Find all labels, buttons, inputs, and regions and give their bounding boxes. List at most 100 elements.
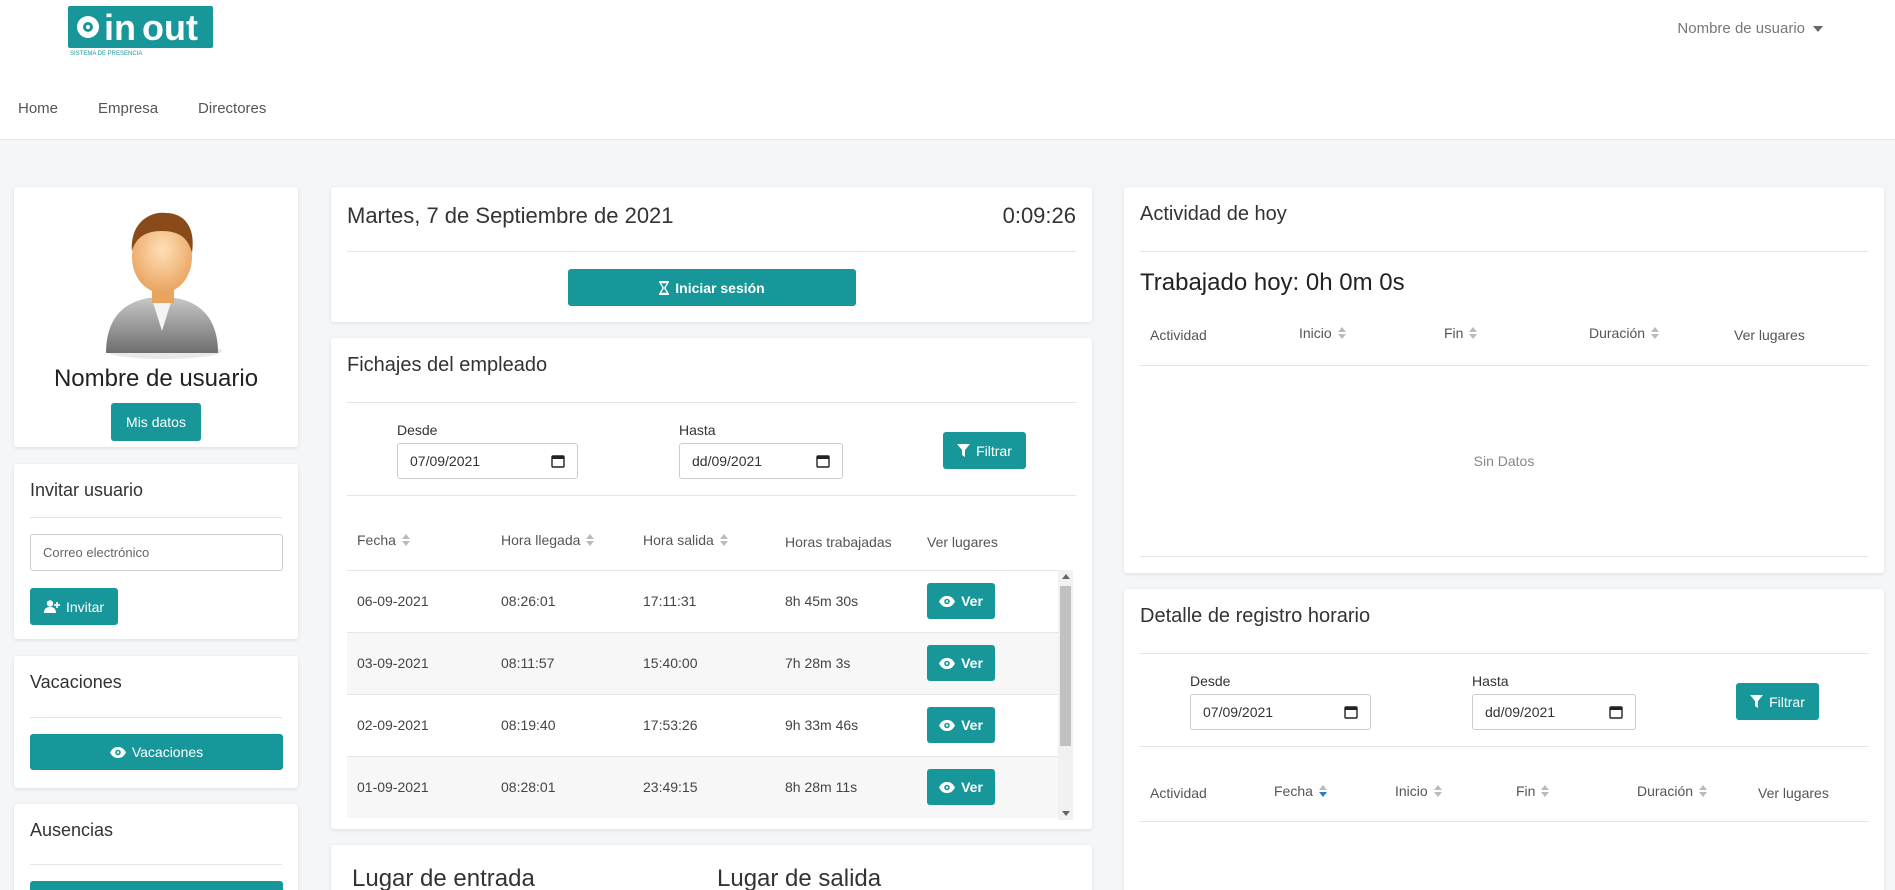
top-navbar: in out SISTEMA DE PRESENCIA Nombre de us… <box>0 0 1895 140</box>
svg-text:SISTEMA DE PRESENCIA: SISTEMA DE PRESENCIA <box>70 51 142 56</box>
inout-logo[interactable]: in out SISTEMA DE PRESENCIA <box>68 6 213 56</box>
col-actividad-label: Actividad <box>1150 327 1207 343</box>
filter-icon <box>957 444 971 457</box>
invite-title: Invitar usuario <box>30 480 144 500</box>
exit-place-title: Lugar de salida <box>717 865 882 890</box>
checkins-filter-label: Filtrar <box>976 442 1012 459</box>
sort-icon <box>1337 327 1346 339</box>
profile-card: Nombre de usuario Mis datos <box>14 187 298 447</box>
time-detail-card: Detalle de registro horario Desde 07/09/… <box>1124 589 1884 890</box>
to-date-value: dd/09/2021 <box>692 453 763 469</box>
checkins-card: Fichajes del empleado Desde 07/09/2021 H… <box>331 338 1092 829</box>
email-placeholder: Correo electrónico <box>43 545 150 560</box>
calendar-icon <box>816 455 830 468</box>
sort-icon <box>401 534 410 546</box>
invite-button[interactable]: Invitar <box>30 588 118 625</box>
col-actividad: Actividad <box>1150 785 1207 801</box>
chevron-down-icon <box>1813 25 1823 32</box>
calendar-icon <box>1344 706 1358 719</box>
divider <box>30 517 282 518</box>
table-scrollbar[interactable] <box>1058 570 1073 820</box>
divider <box>347 495 1076 496</box>
col-duracion[interactable]: Duración <box>1589 325 1660 341</box>
session-card: Martes, 7 de Septiembre de 2021 0:09:26 … <box>331 187 1092 322</box>
col-fin[interactable]: Fin <box>1444 325 1478 341</box>
nav-home[interactable]: Home <box>18 100 58 117</box>
view-label: Ver <box>961 593 983 609</box>
col-duracion[interactable]: Duración <box>1637 783 1708 799</box>
user-menu-label: Nombre de usuario <box>1677 20 1805 37</box>
from-date-input[interactable]: 07/09/2021 <box>1190 694 1371 730</box>
invite-label: Invitar <box>65 598 105 615</box>
row-horas: 7h 28m 3s <box>785 655 851 671</box>
col-fin-label: Fin <box>1444 325 1464 341</box>
view-places-button[interactable]: Ver <box>927 583 995 619</box>
user-plus-icon <box>43 600 60 613</box>
view-places-button[interactable]: Ver <box>927 645 995 681</box>
divider <box>1140 821 1868 822</box>
row-fecha: 01-09-2021 <box>357 779 429 795</box>
svg-text:out: out <box>142 7 198 48</box>
view-places-button[interactable]: Ver <box>927 707 995 743</box>
my-data-label: Mis datos <box>126 414 186 430</box>
scroll-down-arrow[interactable] <box>1062 811 1070 816</box>
scroll-thumb[interactable] <box>1060 586 1071 746</box>
row-fecha: 06-09-2021 <box>357 593 429 609</box>
col-inicio-label: Inicio <box>1395 783 1428 799</box>
profile-name: Nombre de usuario <box>53 365 259 392</box>
col-inicio[interactable]: Inicio <box>1299 325 1346 341</box>
from-label: Desde <box>1190 673 1231 689</box>
nav-directores[interactable]: Directores <box>198 100 266 117</box>
eye-icon <box>939 595 956 607</box>
view-places-button[interactable]: Ver <box>927 769 995 805</box>
col-duracion-label: Duración <box>1637 783 1694 799</box>
view-label: Ver <box>961 779 983 795</box>
eye-icon <box>939 719 956 731</box>
eye-icon <box>939 781 956 793</box>
col-hora-llegada-label: Hora llegada <box>501 532 581 548</box>
vacations-button[interactable]: Vacaciones <box>30 734 283 770</box>
col-fecha[interactable]: Fecha <box>357 532 410 548</box>
col-hora-llegada[interactable]: Hora llegada <box>501 532 595 548</box>
from-date-value: 07/09/2021 <box>410 453 481 469</box>
user-menu-dropdown[interactable]: Nombre de usuario <box>1677 20 1823 37</box>
row-llegada: 08:11:57 <box>501 655 555 671</box>
from-label: Desde <box>397 422 438 438</box>
absences-card: Ausencias <box>14 804 298 890</box>
col-hora-salida[interactable]: Hora salida <box>643 532 728 548</box>
places-card: Lugar de entrada Lugar de salida <box>331 845 1092 890</box>
nav-empresa[interactable]: Empresa <box>98 100 158 117</box>
sort-icon <box>1541 785 1550 797</box>
vacations-title: Vacaciones <box>30 672 122 692</box>
detail-title: Detalle de registro horario <box>1140 605 1371 627</box>
empty-state: Sin Datos <box>1473 453 1535 469</box>
email-input[interactable]: Correo electrónico <box>30 534 283 571</box>
my-data-button[interactable]: Mis datos <box>111 403 201 441</box>
start-session-label: Iniciar sesión <box>675 279 765 296</box>
divider <box>30 717 282 718</box>
row-horas: 9h 33m 46s <box>785 717 859 733</box>
sort-icon <box>1469 327 1478 339</box>
hourglass-icon <box>659 280 670 295</box>
col-fin[interactable]: Fin <box>1516 783 1550 799</box>
sort-icon <box>1651 327 1660 339</box>
vacations-card: Vacaciones Vacaciones <box>14 656 298 788</box>
scroll-up-arrow[interactable] <box>1062 574 1070 579</box>
col-inicio[interactable]: Inicio <box>1395 783 1442 799</box>
detail-filter-button[interactable]: Filtrar <box>1736 683 1819 720</box>
absences-button[interactable] <box>30 881 283 890</box>
start-session-button[interactable]: Iniciar sesión <box>568 269 856 306</box>
to-date-input[interactable]: dd/09/2021 <box>679 443 843 479</box>
from-date-input[interactable]: 07/09/2021 <box>397 443 578 479</box>
worked-today: Trabajado hoy: 0h 0m 0s <box>1140 269 1405 296</box>
to-label: Hasta <box>1472 673 1509 689</box>
divider <box>30 864 282 865</box>
row-horas: 8h 45m 30s <box>785 593 859 609</box>
sort-icon <box>1318 785 1327 797</box>
checkins-table-body[interactable]: 06-09-2021 08:26:01 17:11:31 8h 45m 30s … <box>347 570 1058 820</box>
checkins-filter-button[interactable]: Filtrar <box>943 432 1026 469</box>
col-fecha[interactable]: Fecha <box>1274 783 1327 799</box>
to-date-input[interactable]: dd/09/2021 <box>1472 694 1636 730</box>
divider <box>1140 653 1868 654</box>
table-row: 06-09-2021 08:26:01 17:11:31 8h 45m 30s … <box>347 570 1058 632</box>
